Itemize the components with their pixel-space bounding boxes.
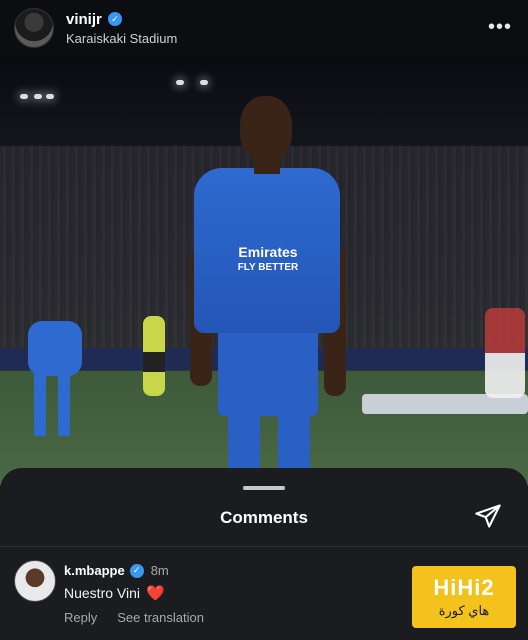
comment-timestamp: 8m — [150, 563, 169, 578]
reply-button[interactable]: Reply — [64, 610, 97, 625]
post-photo[interactable]: Emirates FLY BETTER — [0, 56, 528, 486]
more-options-icon[interactable]: ••• — [488, 16, 512, 39]
username[interactable]: vinijr — [66, 11, 102, 28]
verified-badge-icon: ✓ — [129, 563, 144, 578]
background-player-right — [485, 308, 525, 398]
stadium-light — [34, 94, 42, 99]
header-text: vinijr ✓ Karaiskaki Stadium — [66, 11, 177, 46]
see-translation-button[interactable]: See translation — [117, 610, 204, 625]
sheet-grabber[interactable] — [243, 486, 285, 490]
shirt-sponsor: Emirates — [238, 244, 298, 260]
location-label[interactable]: Karaiskaki Stadium — [66, 31, 177, 46]
main-player: Emirates FLY BETTER — [188, 96, 348, 486]
send-icon[interactable] — [474, 502, 502, 530]
comments-title: Comments — [220, 508, 308, 527]
comment-text: Nuestro Vini — [64, 585, 141, 601]
watermark-arabic-text: هاي كورة — [438, 603, 490, 618]
referee-figure — [143, 316, 165, 396]
stadium-light — [46, 94, 54, 99]
heart-emoji: ❤️ — [146, 585, 165, 602]
watermark-latin-text: HiHi2 — [433, 575, 495, 600]
comment-body: Nuestro Vini ❤️ — [64, 584, 165, 602]
verified-badge-icon: ✓ — [107, 12, 122, 26]
stadium-light — [200, 80, 208, 85]
comment-header: k.mbappe ✓ 8m — [64, 563, 169, 578]
site-watermark-logo: HiHi2 هاي كورة — [412, 566, 516, 628]
post-header: vinijr ✓ Karaiskaki Stadium ••• — [0, 0, 528, 56]
stadium-light — [176, 80, 184, 85]
profile-avatar[interactable] — [14, 8, 54, 48]
shirt-sponsor-tagline: FLY BETTER — [237, 262, 299, 273]
comment-actions: Reply See translation — [64, 610, 204, 625]
background-player — [28, 321, 82, 441]
sheet-divider — [0, 546, 528, 547]
commenter-avatar[interactable] — [14, 560, 56, 602]
stadium-light — [20, 94, 28, 99]
username-row: vinijr ✓ — [66, 11, 177, 28]
comment-username[interactable]: k.mbappe — [64, 563, 125, 578]
